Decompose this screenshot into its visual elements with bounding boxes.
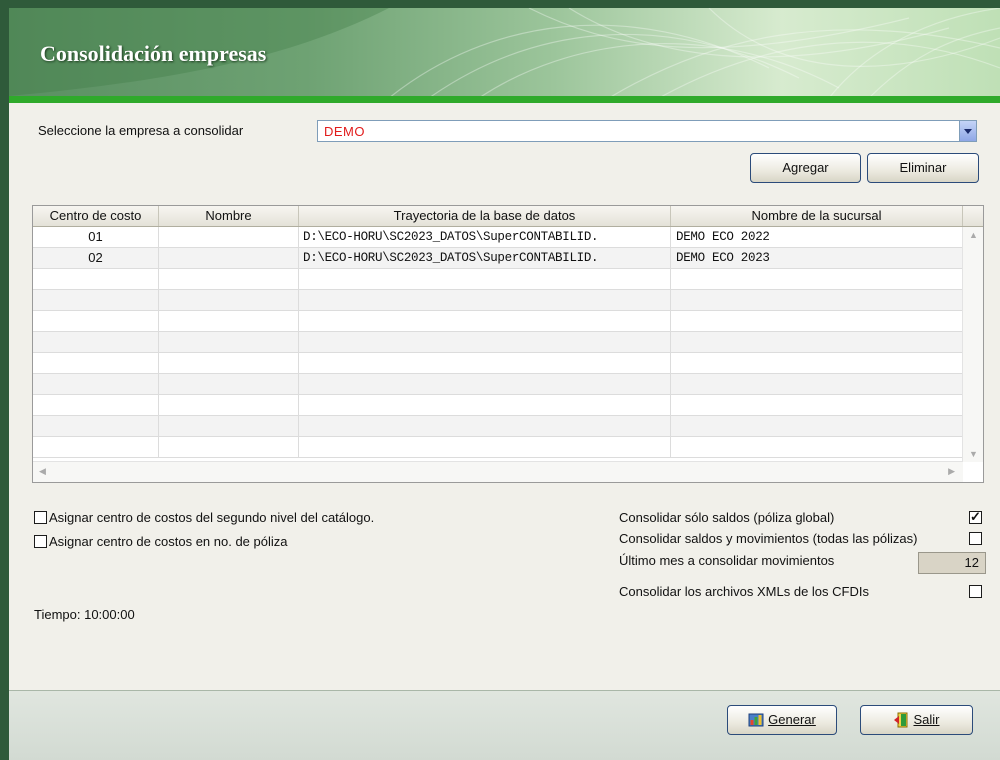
label-ultimo-mes: Último mes a consolidar movimientos bbox=[619, 553, 835, 568]
table-row-empty[interactable] bbox=[33, 332, 963, 353]
table-row-empty[interactable] bbox=[33, 290, 963, 311]
empresa-select-value: DEMO bbox=[324, 124, 365, 139]
table-row-empty[interactable] bbox=[33, 395, 963, 416]
table-row-empty[interactable] bbox=[33, 437, 963, 458]
exit-door-icon bbox=[894, 712, 908, 728]
cell-centro: 02 bbox=[33, 248, 159, 268]
checkbox-segundo-nivel[interactable] bbox=[34, 511, 47, 524]
cell-nombre bbox=[159, 248, 299, 268]
salir-button[interactable]: Salir bbox=[860, 705, 973, 735]
vertical-scrollbar[interactable]: ▲ ▼ bbox=[962, 227, 983, 462]
window-title: Consolidación empresas bbox=[40, 41, 267, 66]
column-header-nombre[interactable]: Nombre bbox=[159, 206, 299, 226]
generar-label: Generar bbox=[768, 712, 816, 727]
eliminar-button[interactable]: Eliminar bbox=[867, 153, 979, 183]
header-accent-bar bbox=[9, 96, 1000, 103]
table-row-empty[interactable] bbox=[33, 269, 963, 290]
salir-label: Salir bbox=[913, 712, 940, 727]
cell-sucursal: DEMO ECO 2022 bbox=[671, 227, 963, 247]
table-row[interactable]: 02 D:\ECO-HORU\SC2023_DATOS\SuperCONTABI… bbox=[33, 248, 963, 269]
generate-icon bbox=[748, 713, 764, 727]
table-body: 01 D:\ECO-HORU\SC2023_DATOS\SuperCONTABI… bbox=[33, 227, 963, 458]
cell-trayectoria: D:\ECO-HORU\SC2023_DATOS\SuperCONTABILID… bbox=[299, 248, 671, 268]
scroll-up-icon[interactable]: ▲ bbox=[969, 230, 978, 240]
footer-bar bbox=[9, 690, 1000, 760]
column-header-trayectoria[interactable]: Trayectoria de la base de datos bbox=[299, 206, 671, 226]
generar-button[interactable]: Generar bbox=[727, 705, 837, 735]
empresa-label: Seleccione la empresa a consolidar bbox=[38, 123, 244, 138]
ultimo-mes-field[interactable]: 12 bbox=[918, 552, 986, 574]
label-segundo-nivel: Asignar centro de costos del segundo niv… bbox=[49, 510, 375, 525]
checkbox-xmls[interactable] bbox=[969, 585, 982, 598]
horizontal-scrollbar[interactable]: ◀ ▶ bbox=[33, 461, 963, 482]
header-banner: Consolidación empresas bbox=[9, 8, 1000, 96]
table-row[interactable]: 01 D:\ECO-HORU\SC2023_DATOS\SuperCONTABI… bbox=[33, 227, 963, 248]
cell-trayectoria: D:\ECO-HORU\SC2023_DATOS\SuperCONTABILID… bbox=[299, 227, 671, 247]
cell-centro: 01 bbox=[33, 227, 159, 247]
chevron-down-icon[interactable] bbox=[959, 121, 976, 141]
table-row-empty[interactable] bbox=[33, 311, 963, 332]
table-row-empty[interactable] bbox=[33, 374, 963, 395]
checkbox-solo-saldos[interactable] bbox=[969, 509, 982, 525]
label-no-poliza: Asignar centro de costos en no. de póliz… bbox=[49, 534, 288, 549]
label-solo-saldos: Consolidar sólo saldos (póliza global) bbox=[619, 510, 835, 525]
scroll-right-icon[interactable]: ▶ bbox=[948, 466, 955, 477]
cell-nombre bbox=[159, 227, 299, 247]
table-row-empty[interactable] bbox=[33, 416, 963, 437]
checkbox-no-poliza[interactable] bbox=[34, 535, 47, 548]
empresas-table[interactable]: Centro de costo Nombre Trayectoria de la… bbox=[32, 205, 984, 483]
table-row-empty[interactable] bbox=[33, 353, 963, 374]
scroll-down-icon[interactable]: ▼ bbox=[969, 449, 978, 459]
table-header: Centro de costo Nombre Trayectoria de la… bbox=[33, 206, 983, 227]
scroll-left-icon[interactable]: ◀ bbox=[39, 466, 46, 477]
tiempo-label: Tiempo: 10:00:00 bbox=[34, 607, 135, 622]
checkbox-saldos-movimientos[interactable] bbox=[969, 532, 982, 545]
label-xmls: Consolidar los archivos XMLs de los CFDI… bbox=[619, 584, 869, 599]
agregar-button[interactable]: Agregar bbox=[750, 153, 861, 183]
consolidation-window: Consolidación empresas Seleccione la emp… bbox=[9, 8, 1000, 760]
empresa-select[interactable]: DEMO bbox=[317, 120, 977, 142]
column-header-centro[interactable]: Centro de costo bbox=[33, 206, 159, 226]
cell-sucursal: DEMO ECO 2023 bbox=[671, 248, 963, 268]
label-saldos-movimientos: Consolidar saldos y movimientos (todas l… bbox=[619, 531, 918, 546]
column-header-sucursal[interactable]: Nombre de la sucursal bbox=[671, 206, 963, 226]
